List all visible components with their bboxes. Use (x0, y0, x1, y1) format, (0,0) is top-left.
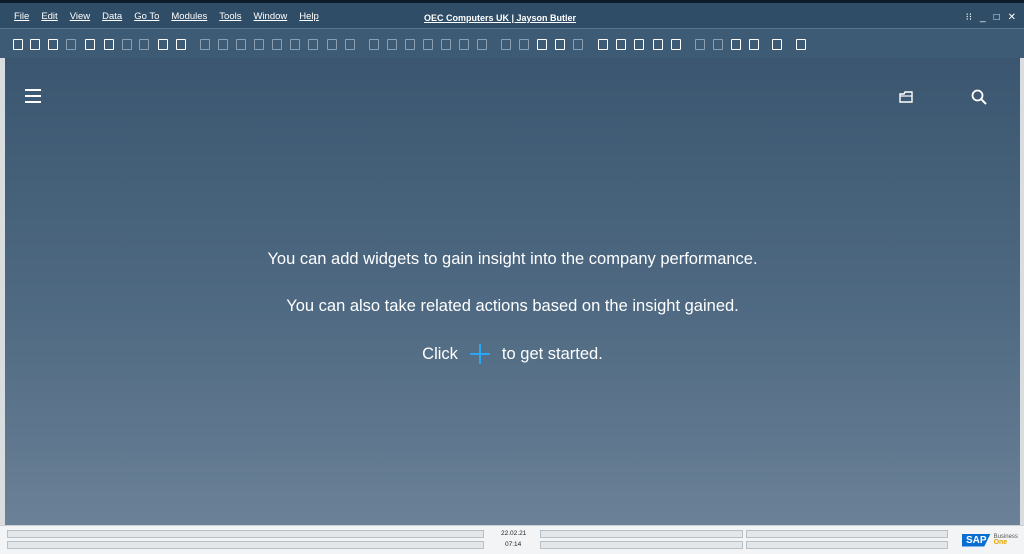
title-bar-edge (0, 0, 1024, 3)
sap-business-one-logo: SAP Business One (962, 531, 1018, 549)
right-frame (1020, 58, 1024, 525)
toolbar-payment-icon[interactable] (459, 39, 469, 50)
toolbar-filter-icon[interactable] (327, 39, 337, 50)
click-suffix-text: to get started. (501, 344, 603, 363)
toolbar-layout-icon[interactable] (176, 39, 186, 50)
toolbar-settings-icon[interactable] (598, 39, 608, 50)
toolbar-word-icon[interactable] (122, 39, 132, 50)
toolbar-add-row-icon[interactable] (200, 39, 210, 50)
toolbar-calculator-icon[interactable] (653, 39, 663, 50)
toolbar-first-record-icon[interactable] (236, 39, 246, 50)
toolbar-last-record-icon[interactable] (290, 39, 300, 50)
status-field-b (540, 541, 743, 549)
toolbar (0, 28, 1024, 59)
status-field-c (746, 530, 948, 538)
title-bar: File Edit View Data Go To Modules Tools … (0, 0, 1024, 28)
close-button[interactable]: ✕ (1008, 12, 1016, 24)
toolbar-base-document-icon[interactable] (369, 39, 379, 50)
sap-product-line-2: One (993, 539, 1008, 546)
toolbar-user-icon[interactable] (671, 39, 681, 50)
sap-product-name: Business One (994, 534, 1018, 546)
toolbar-open-link-icon[interactable] (731, 39, 741, 50)
toolbar-sort-icon[interactable] (345, 39, 355, 50)
status-bar: 22.02.21 07:14 SAP Business One (0, 525, 1024, 554)
grid-icon[interactable]: ⁝⁝ (966, 12, 972, 24)
status-date: 22.02.21 (501, 530, 527, 537)
toolbar-chart-icon[interactable] (477, 39, 487, 50)
sap-logo-mark: SAP (962, 533, 991, 547)
toolbar-preview-icon[interactable] (48, 39, 58, 50)
empty-state-line-1: You can add widgets to gain insight into… (267, 250, 758, 268)
toolbar-document-icon[interactable] (519, 39, 529, 50)
empty-state-line-3: Click to get started. (5, 344, 1020, 364)
toolbar-print-icon[interactable] (30, 39, 40, 50)
toolbar-find-icon[interactable] (13, 39, 23, 50)
toolbar-alerts-icon[interactable] (573, 39, 583, 50)
status-field-a (540, 530, 743, 538)
click-prefix-text: Click (422, 344, 458, 363)
toolbar-messages-icon[interactable] (555, 39, 565, 50)
toolbar-gross-profit-icon[interactable] (423, 39, 433, 50)
toolbar-customize-icon[interactable] (749, 39, 759, 50)
toolbar-cockpit-icon[interactable] (695, 39, 705, 50)
window-controls: ⁝⁝ _ □ ✕ (958, 12, 1016, 24)
toolbar-pdf-icon[interactable] (139, 39, 149, 50)
status-message-field-2 (7, 541, 484, 549)
toolbar-user-defined-icon[interactable] (616, 39, 626, 50)
toolbar-excel-icon[interactable] (104, 39, 114, 50)
folder-icon[interactable] (898, 89, 914, 105)
toolbar-export-icon[interactable] (66, 39, 76, 50)
status-message-field (7, 530, 484, 538)
search-icon[interactable] (970, 88, 988, 106)
toolbar-web-icon[interactable] (772, 39, 782, 50)
toolbar-email-icon[interactable] (85, 39, 95, 50)
toolbar-form-settings-icon[interactable] (537, 39, 547, 50)
toolbar-move-icon[interactable] (158, 39, 168, 50)
empty-state-line-2: You can also take related actions based … (286, 297, 739, 315)
maximize-button[interactable]: □ (994, 12, 1000, 24)
cockpit-dashboard: You can add widgets to gain insight into… (5, 58, 1020, 525)
toolbar-next-record-icon[interactable] (272, 39, 282, 50)
plus-icon[interactable] (469, 344, 490, 364)
status-time: 07:14 (505, 541, 522, 548)
toolbar-delete-row-icon[interactable] (218, 39, 228, 50)
toolbar-balance-icon[interactable] (441, 39, 451, 50)
toolbar-refresh-icon[interactable] (308, 39, 318, 50)
toolbar-previous-record-icon[interactable] (254, 39, 264, 50)
status-field-d (746, 541, 948, 549)
toolbar-calendar-icon[interactable] (634, 39, 644, 50)
toolbar-target-document-icon[interactable] (387, 39, 397, 50)
minimize-button[interactable]: _ (980, 12, 986, 24)
toolbar-edit-icon[interactable] (501, 39, 511, 50)
toolbar-help-icon[interactable] (796, 39, 806, 50)
hamburger-icon[interactable] (25, 89, 41, 105)
toolbar-journal-icon[interactable] (405, 39, 415, 50)
toolbar-widget-icon[interactable] (713, 39, 723, 50)
window-title: OEC Computers UK | Jayson Butler (423, 13, 577, 23)
